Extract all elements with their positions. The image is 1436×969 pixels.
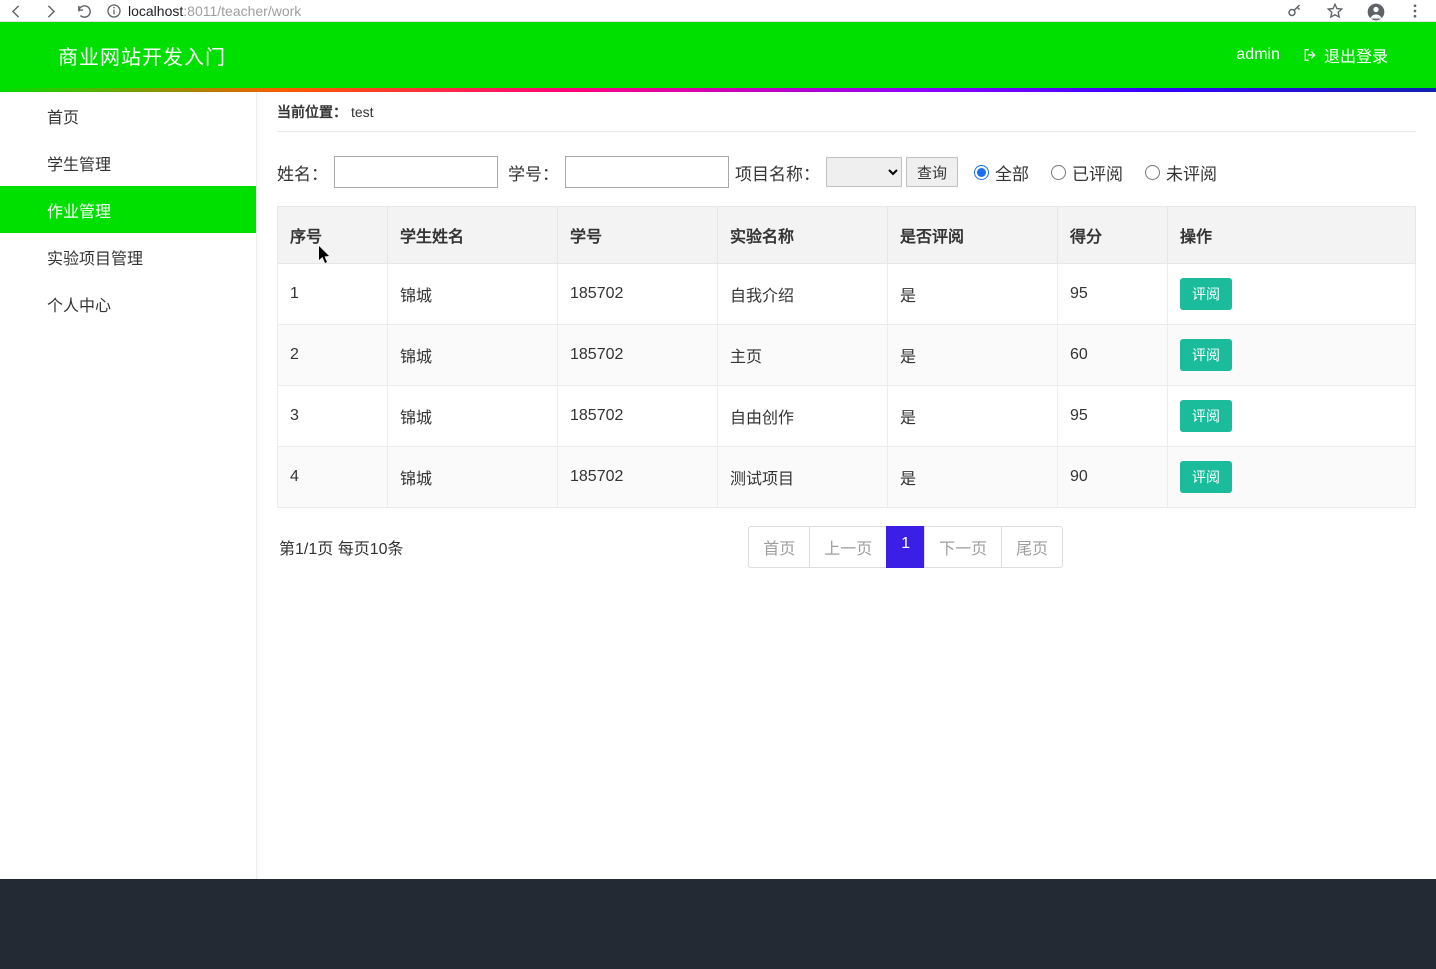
cell-reviewed: 是 xyxy=(888,386,1058,447)
cell-name: 锦城 xyxy=(388,264,558,325)
th-sid: 学号 xyxy=(558,207,718,264)
page-next[interactable]: 下一页 xyxy=(924,526,1002,568)
cell-exp: 自我介绍 xyxy=(718,264,888,325)
sidebar-item-homework[interactable]: 作业管理 xyxy=(0,186,256,233)
cell-idx: 1 xyxy=(278,264,388,325)
radio-unreviewed[interactable]: 未评阅 xyxy=(1145,160,1217,185)
logout-icon xyxy=(1302,47,1318,63)
reload-icon[interactable] xyxy=(76,3,92,19)
cell-action: 评阅 xyxy=(1168,386,1416,447)
cell-name: 锦城 xyxy=(388,386,558,447)
cell-action: 评阅 xyxy=(1168,325,1416,386)
th-index: 序号 xyxy=(278,207,388,264)
breadcrumb-location: test xyxy=(351,104,374,120)
cell-reviewed: 是 xyxy=(888,325,1058,386)
cell-exp: 测试项目 xyxy=(718,447,888,508)
sidebar-item-students[interactable]: 学生管理 xyxy=(0,139,256,186)
cell-idx: 2 xyxy=(278,325,388,386)
th-exp: 实验名称 xyxy=(718,207,888,264)
cell-action: 评阅 xyxy=(1168,264,1416,325)
cell-sid: 185702 xyxy=(558,386,718,447)
th-score: 得分 xyxy=(1058,207,1168,264)
review-button[interactable]: 评阅 xyxy=(1180,278,1232,310)
cell-score: 95 xyxy=(1058,386,1168,447)
project-label: 项目名称： xyxy=(735,160,820,185)
cell-sid: 185702 xyxy=(558,264,718,325)
key-icon[interactable] xyxy=(1286,2,1304,20)
current-user[interactable]: admin xyxy=(1236,46,1280,64)
star-icon[interactable] xyxy=(1326,2,1344,20)
radio-all[interactable]: 全部 xyxy=(974,160,1029,185)
logout-button[interactable]: 退出登录 xyxy=(1302,43,1388,67)
id-input[interactable] xyxy=(565,156,729,188)
radio-all-input[interactable] xyxy=(974,165,989,180)
sidebar-item-profile[interactable]: 个人中心 xyxy=(0,280,256,327)
th-reviewed: 是否评阅 xyxy=(888,207,1058,264)
cell-sid: 185702 xyxy=(558,325,718,386)
table-header-row: 序号 学生姓名 学号 实验名称 是否评阅 得分 操作 xyxy=(278,207,1416,264)
table-row: 3锦城185702自由创作是95 评阅 xyxy=(278,386,1416,447)
table-row: 1锦城185702自我介绍是95 评阅 xyxy=(278,264,1416,325)
cell-sid: 185702 xyxy=(558,447,718,508)
page-current[interactable]: 1 xyxy=(886,526,925,568)
table-row: 2锦城185702主页是60 评阅 xyxy=(278,325,1416,386)
sidebar: 首页 学生管理 作业管理 实验项目管理 个人中心 xyxy=(0,92,257,879)
forward-icon[interactable] xyxy=(42,3,58,19)
radio-unreviewed-input[interactable] xyxy=(1145,165,1160,180)
cell-name: 锦城 xyxy=(388,447,558,508)
breadcrumb-prefix: 当前位置： xyxy=(277,102,347,122)
radio-reviewed[interactable]: 已评阅 xyxy=(1051,160,1123,185)
page-last[interactable]: 尾页 xyxy=(1001,526,1063,568)
page-first[interactable]: 首页 xyxy=(748,526,810,568)
page-footer xyxy=(0,879,1436,969)
filter-bar: 姓名： 学号： 项目名称： 查询 全部 已评阅 未评阅 xyxy=(277,132,1416,206)
cell-score: 90 xyxy=(1058,447,1168,508)
th-action: 操作 xyxy=(1168,207,1416,264)
th-name: 学生姓名 xyxy=(388,207,558,264)
breadcrumb: 当前位置： test xyxy=(277,92,1416,132)
cell-exp: 自由创作 xyxy=(718,386,888,447)
main-content: 当前位置： test 姓名： 学号： 项目名称： 查询 全部 已评阅 xyxy=(257,92,1436,879)
cell-score: 95 xyxy=(1058,264,1168,325)
pagination: 首页 上一页 1 下一页 尾页 xyxy=(749,526,1063,568)
menu-dots-icon[interactable] xyxy=(1406,2,1424,20)
table-row: 4锦城185702测试项目是90 评阅 xyxy=(278,447,1416,508)
project-select[interactable] xyxy=(826,157,902,187)
cell-reviewed: 是 xyxy=(888,447,1058,508)
pagination-info: 第1/1页 每页10条 xyxy=(277,535,404,559)
sidebar-item-projects[interactable]: 实验项目管理 xyxy=(0,233,256,280)
review-button[interactable]: 评阅 xyxy=(1180,400,1232,432)
review-button[interactable]: 评阅 xyxy=(1180,339,1232,371)
browser-chrome: localhost:8011/teacher/work xyxy=(0,0,1436,22)
app-title: 商业网站开发入门 xyxy=(58,41,226,70)
cell-score: 60 xyxy=(1058,325,1168,386)
pagination-row: 第1/1页 每页10条 首页 上一页 1 下一页 尾页 xyxy=(277,526,1416,568)
profile-icon[interactable] xyxy=(1366,2,1384,20)
name-label: 姓名： xyxy=(277,160,328,185)
search-button[interactable]: 查询 xyxy=(906,157,958,187)
site-info-icon[interactable] xyxy=(106,3,122,19)
page-prev[interactable]: 上一页 xyxy=(809,526,887,568)
sidebar-item-home[interactable]: 首页 xyxy=(0,92,256,139)
address-bar[interactable]: localhost:8011/teacher/work xyxy=(128,3,301,19)
review-button[interactable]: 评阅 xyxy=(1180,461,1232,493)
homework-table: 序号 学生姓名 学号 实验名称 是否评阅 得分 操作 1锦城185702自我介绍… xyxy=(277,206,1416,508)
app-header: 商业网站开发入门 admin 退出登录 xyxy=(0,22,1436,88)
id-label: 学号： xyxy=(508,160,559,185)
cell-idx: 3 xyxy=(278,386,388,447)
cell-reviewed: 是 xyxy=(888,264,1058,325)
cell-action: 评阅 xyxy=(1168,447,1416,508)
back-icon[interactable] xyxy=(8,3,24,19)
cell-idx: 4 xyxy=(278,447,388,508)
cell-exp: 主页 xyxy=(718,325,888,386)
cell-name: 锦城 xyxy=(388,325,558,386)
radio-reviewed-input[interactable] xyxy=(1051,165,1066,180)
name-input[interactable] xyxy=(334,156,498,188)
logout-label: 退出登录 xyxy=(1324,43,1388,67)
